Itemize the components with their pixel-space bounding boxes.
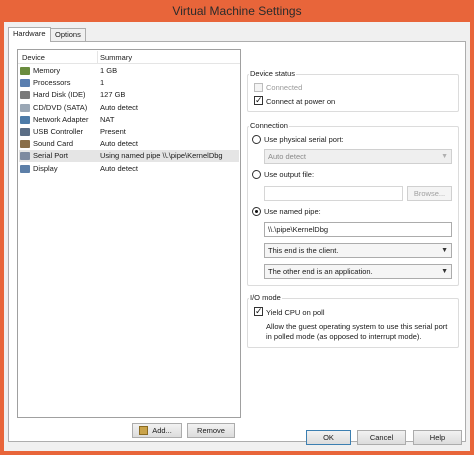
help-button[interactable]: Help	[413, 430, 462, 445]
connect-at-power-on-checkbox[interactable]: ✓	[254, 95, 263, 105]
tab-options[interactable]: Options	[50, 28, 86, 41]
physical-port-value: Auto detect	[268, 152, 306, 161]
tab-hardware[interactable]: Hardware	[8, 27, 51, 42]
window-title: Virtual Machine Settings	[172, 4, 302, 18]
device-summary: Present	[100, 127, 126, 136]
remove-button[interactable]: Remove	[187, 423, 235, 438]
column-summary[interactable]: Summary	[100, 53, 132, 62]
other-end-value: The other end is an application.	[268, 267, 373, 276]
physical-port-label: Use physical serial port:	[264, 135, 344, 144]
chevron-down-icon: ▼	[441, 153, 448, 160]
device-name: CD/DVD (SATA)	[33, 102, 88, 112]
device-row[interactable]: Display Auto detect	[19, 163, 239, 175]
hard-disk-icon	[20, 91, 30, 100]
device-name: Sound Card	[33, 139, 74, 149]
device-summary: 1	[100, 78, 105, 88]
device-list-header: Device Summary	[18, 50, 240, 64]
cancel-button[interactable]: Cancel	[357, 430, 406, 445]
chevron-down-icon: ▼	[441, 247, 448, 254]
add-button[interactable]: Add...	[132, 423, 182, 438]
device-summary: Auto detect	[100, 163, 138, 173]
serial-port-icon	[20, 152, 30, 161]
device-summary: Using named pipe \\.\pipe\KernelDbg	[100, 151, 223, 161]
connected-checkbox[interactable]	[254, 83, 263, 92]
chevron-down-icon: ▼	[441, 268, 448, 275]
device-row[interactable]: Memory 1 GB	[19, 65, 239, 77]
column-divider	[97, 51, 98, 63]
device-summary: Auto detect	[100, 102, 138, 112]
add-button-label: Add...	[152, 426, 172, 435]
device-row[interactable]: USB Controller Present	[19, 126, 239, 138]
device-name: USB Controller	[33, 127, 84, 136]
connection-title: Connection	[249, 121, 289, 130]
device-name: Memory	[33, 66, 61, 75]
yield-cpu-checkbox[interactable]: ✓	[254, 306, 263, 316]
check-icon: ✓	[255, 306, 263, 316]
device-row[interactable]: Serial Port Using named pipe \\.\pipe\Ker…	[19, 150, 239, 163]
pipe-end-select[interactable]: This end is the client. ▼	[264, 243, 452, 258]
named-pipe-label: Use named pipe:	[264, 207, 321, 216]
device-name: Processors	[33, 78, 71, 88]
radio-selected-dot	[255, 210, 258, 213]
device-row[interactable]: Network Adapter NAT	[19, 114, 239, 126]
yield-cpu-label: Yield CPU on poll	[266, 308, 325, 317]
pipe-end-value: This end is the client.	[268, 246, 339, 255]
named-pipe-radio[interactable]	[252, 207, 261, 216]
io-mode-title: I/O mode	[249, 293, 282, 302]
device-row[interactable]: Hard Disk (IDE) 127 GB	[19, 89, 239, 101]
physical-port-select[interactable]: Auto detect ▼	[264, 149, 452, 164]
processor-icon	[20, 79, 30, 88]
window: Virtual Machine Settings Hardware Option…	[0, 0, 474, 455]
check-icon: ✓	[255, 95, 263, 105]
display-icon	[20, 164, 30, 173]
connected-label: Connected	[266, 83, 303, 92]
device-summary: Auto detect	[100, 139, 138, 149]
io-mode-description: Allow the guest operating system to use …	[266, 322, 448, 341]
device-name: Hard Disk (IDE)	[33, 90, 86, 100]
add-hardware-icon	[139, 426, 148, 435]
device-summary: NAT	[100, 114, 115, 124]
device-name: Display	[33, 163, 58, 173]
connect-at-power-on-label: Connect at power on	[266, 97, 336, 106]
device-status-title: Device status	[249, 69, 297, 78]
ok-button[interactable]: OK	[306, 430, 351, 445]
device-row[interactable]: Sound Card Auto detect	[19, 138, 239, 150]
physical-port-radio[interactable]	[252, 135, 261, 144]
device-name: Serial Port	[33, 151, 69, 161]
output-file-radio[interactable]	[252, 170, 261, 179]
device-status-group	[247, 74, 459, 112]
hardware-tab-page: Device Summary Memory 1 GB Processors 1 Hard…	[8, 41, 466, 442]
device-name: Network Adapter	[33, 114, 89, 124]
cd-dvd-icon	[20, 103, 30, 112]
memory-icon	[20, 67, 30, 75]
output-file-label: Use output file:	[264, 170, 315, 179]
other-end-select[interactable]: The other end is an application. ▼	[264, 264, 452, 279]
network-adapter-icon	[20, 115, 30, 124]
title-bar[interactable]: Virtual Machine Settings	[0, 0, 474, 22]
device-row[interactable]: Processors 1	[19, 77, 239, 89]
device-summary: 1 GB	[100, 66, 118, 75]
named-pipe-input[interactable]: \\.\pipe\KernelDbg	[264, 222, 452, 237]
device-summary: 127 GB	[100, 90, 126, 100]
column-device[interactable]: Device	[22, 53, 45, 62]
device-row[interactable]: CD/DVD (SATA) Auto detect	[19, 102, 239, 114]
dialog-client: Hardware Options Device Summary Memory 1 …	[4, 22, 470, 451]
sound-card-icon	[20, 140, 30, 149]
usb-controller-icon	[20, 128, 30, 136]
browse-button[interactable]: Browse...	[407, 186, 452, 201]
device-list[interactable]: Device Summary Memory 1 GB Processors 1 Hard…	[17, 49, 241, 418]
output-file-input[interactable]	[264, 186, 403, 201]
